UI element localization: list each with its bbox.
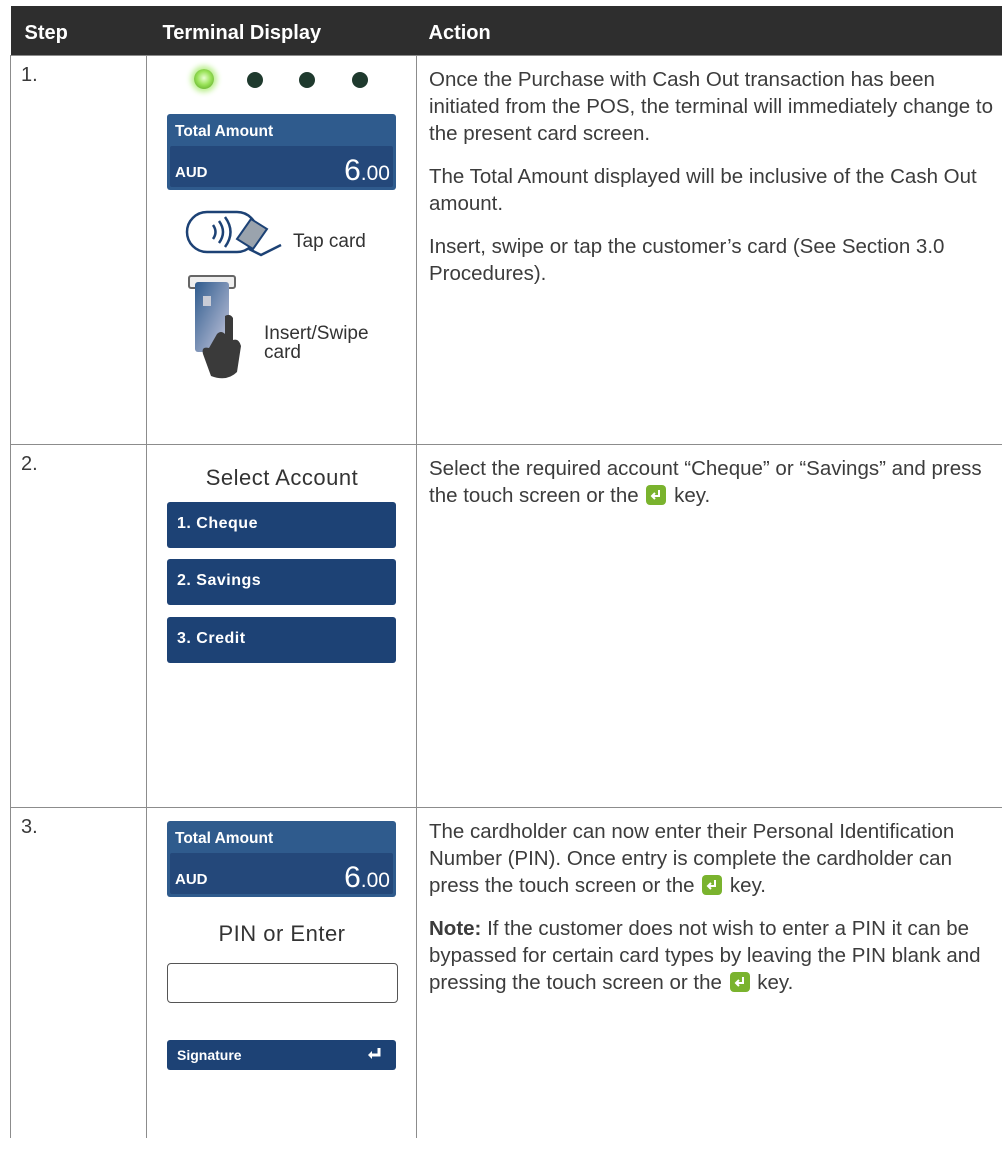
table-row: 3. Total Amount AUD 6.00 PIN or Enter Si… xyxy=(10,807,1002,1138)
account-option-cheque[interactable]: 1. Cheque xyxy=(167,502,396,548)
total-amount-label: Total Amount xyxy=(175,123,274,140)
step-cell: 1. xyxy=(10,55,147,445)
action-cell: The cardholder can now enter their Perso… xyxy=(416,807,1002,1138)
total-amount-panel: Total Amount AUD 6.00 xyxy=(167,114,396,190)
action-text: Select the required account “Cheque” or … xyxy=(429,457,982,507)
action-text: Once the Purchase with Cash Out transact… xyxy=(429,68,994,145)
insert-swipe-label: Insert/Swipe card xyxy=(264,323,369,363)
header-terminal-display: Terminal Display xyxy=(146,6,417,56)
status-led-icon xyxy=(247,72,263,88)
pin-input[interactable] xyxy=(167,963,398,1003)
step-number: 3. xyxy=(21,816,38,838)
action-cell: Select the required account “Cheque” or … xyxy=(416,444,1002,808)
status-led-icon xyxy=(352,72,368,88)
step-cell: 3. xyxy=(10,807,147,1138)
header-action: Action xyxy=(416,6,1002,56)
header-step: Step xyxy=(10,6,147,56)
enter-key-icon xyxy=(646,485,667,505)
action-cell: Once the Purchase with Cash Out transact… xyxy=(416,55,1002,445)
total-amount-panel: Total Amount AUD 6.00 xyxy=(167,821,396,897)
status-led-icon xyxy=(194,69,214,89)
select-account-heading: Select Account xyxy=(205,465,359,490)
tap-card-label: Tap card xyxy=(293,231,366,252)
action-text: Insert, swipe or tap the customer’s card… xyxy=(429,235,945,285)
account-option-savings[interactable]: 2. Savings xyxy=(167,559,396,605)
signature-label: Signature xyxy=(177,1047,242,1063)
pin-heading: PIN or Enter xyxy=(218,921,346,946)
note-label: Note: xyxy=(429,917,482,940)
step-number: 2. xyxy=(21,453,38,475)
action-text: The Total Amount displayed will be inclu… xyxy=(429,165,977,215)
terminal-display-cell: Total Amount AUD 6.00 PIN or Enter Signa… xyxy=(146,807,417,1138)
card-insert-icon xyxy=(188,275,241,379)
amount-value: 6.00 xyxy=(344,154,390,187)
status-leds xyxy=(194,66,394,96)
enter-key-icon xyxy=(702,875,723,895)
table-row: 1. Total Amount AUD 6.00 Tap card Insert… xyxy=(10,55,1002,445)
table-header-row: Step Terminal Display Action xyxy=(10,6,1002,56)
contactless-tap-icon xyxy=(185,210,282,257)
amount-value: 6.00 xyxy=(344,861,390,894)
account-option-credit[interactable]: 3. Credit xyxy=(167,617,396,663)
currency-label: AUD xyxy=(175,164,208,181)
procedure-table: Step Terminal Display Action 1. Total Am… xyxy=(10,6,1002,1138)
table-row: 2. Select Account 1. Cheque 2. Savings 3… xyxy=(10,444,1002,808)
enter-key-icon xyxy=(729,972,750,992)
step-cell: 2. xyxy=(10,444,147,808)
signature-button[interactable]: Signature xyxy=(167,1040,396,1070)
total-amount-label: Total Amount xyxy=(175,830,274,847)
step-number: 1. xyxy=(21,64,38,86)
status-led-icon xyxy=(299,72,315,88)
terminal-display-cell: Select Account 1. Cheque 2. Savings 3. C… xyxy=(146,444,417,808)
currency-label: AUD xyxy=(175,871,208,888)
enter-icon xyxy=(368,1048,381,1059)
action-text: The cardholder can now enter their Perso… xyxy=(429,820,955,897)
terminal-display-cell: Total Amount AUD 6.00 Tap card Insert/Sw… xyxy=(146,55,417,445)
action-note: Note: If the customer does not wish to e… xyxy=(429,917,981,994)
